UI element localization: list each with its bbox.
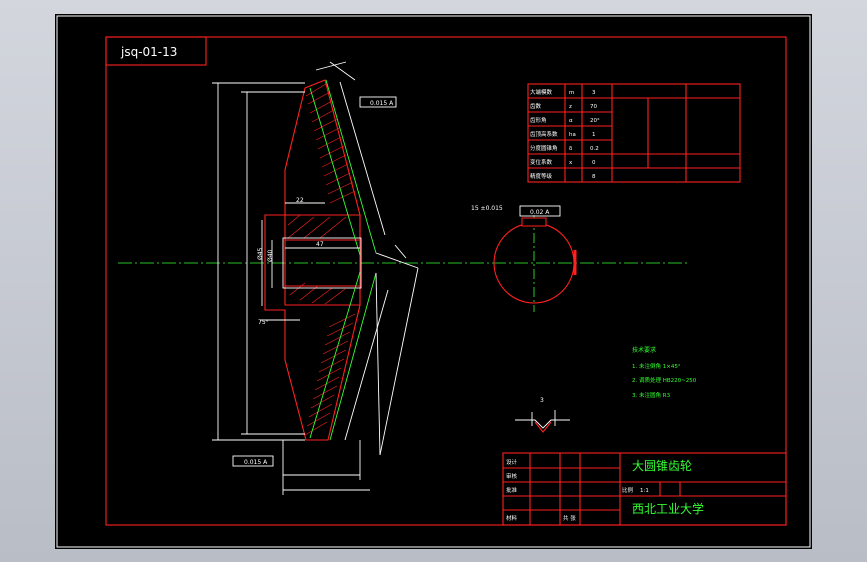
dim-top: 22 (296, 197, 304, 204)
dim-dia2: Ø40 (267, 249, 274, 262)
spec-row-3-sym: ha (569, 132, 576, 138)
spec-row-5-name: 变位系数 (530, 158, 553, 166)
spec-row-1-sym: z (569, 104, 572, 110)
dim-bore: 47 (316, 241, 324, 248)
svg-text:0.02 A: 0.02 A (530, 209, 550, 216)
scale-label: 比例 (622, 486, 634, 494)
spec-row-2-val: 20° (590, 118, 600, 124)
spec-row-1-name: 齿数 (530, 102, 542, 110)
material-label: 材料 (506, 514, 518, 522)
approver-label: 批准 (506, 486, 518, 494)
cad-drawing: jsq-01-13 22 47 75° 15 ±0.015 Ø45 Ø40 3 … (56, 15, 811, 548)
spec-row-0-name: 大端模数 (530, 88, 553, 96)
checker-label: 审核 (506, 472, 518, 480)
spec-row-6-name: 精度等级 (530, 172, 553, 180)
drawing-code: jsq-01-13 (120, 45, 177, 59)
spec-row-0-sym: m (569, 90, 574, 96)
spec-row-2-name: 齿形角 (530, 116, 547, 124)
note-item-2: 2. 调质处理 HB220~250 (632, 376, 697, 384)
part-name: 大圆锥齿轮 (632, 459, 692, 473)
designer-label: 设计 (506, 458, 518, 466)
notes-title: 技术要求 (632, 346, 656, 354)
sheet-outer-frame (56, 15, 811, 548)
dim-taper: 15 ±0.015 (471, 205, 503, 212)
sheet-label: 共 张 (563, 514, 576, 522)
spec-row-4-val: 0.2 (590, 146, 599, 152)
dim-width: 3 (540, 397, 544, 404)
spec-row-3-name: 齿顶高系数 (530, 130, 558, 138)
spec-row-6-val: 8 (592, 174, 596, 180)
spec-row-0-val: 3 (592, 90, 596, 96)
svg-text:0.015 A: 0.015 A (370, 100, 394, 107)
scale-value: 1:1 (640, 488, 649, 494)
note-item-3: 3. 未注圆角 R3 (632, 391, 671, 399)
dim-dia1: Ø45 (257, 247, 264, 260)
svg-text:0.015 A: 0.015 A (244, 459, 268, 466)
spec-row-3-val: 1 (592, 132, 596, 138)
spec-row-4-name: 分度圆锥角 (530, 144, 558, 152)
spec-row-5-val: 0 (592, 160, 596, 166)
spec-row-1-val: 70 (590, 104, 597, 110)
school-name: 西北工业大学 (632, 501, 704, 516)
spec-row-2-sym: α (569, 118, 573, 124)
dim-angle: 75° (258, 319, 269, 326)
note-item-1: 1. 未注倒角 1×45° (632, 362, 681, 370)
